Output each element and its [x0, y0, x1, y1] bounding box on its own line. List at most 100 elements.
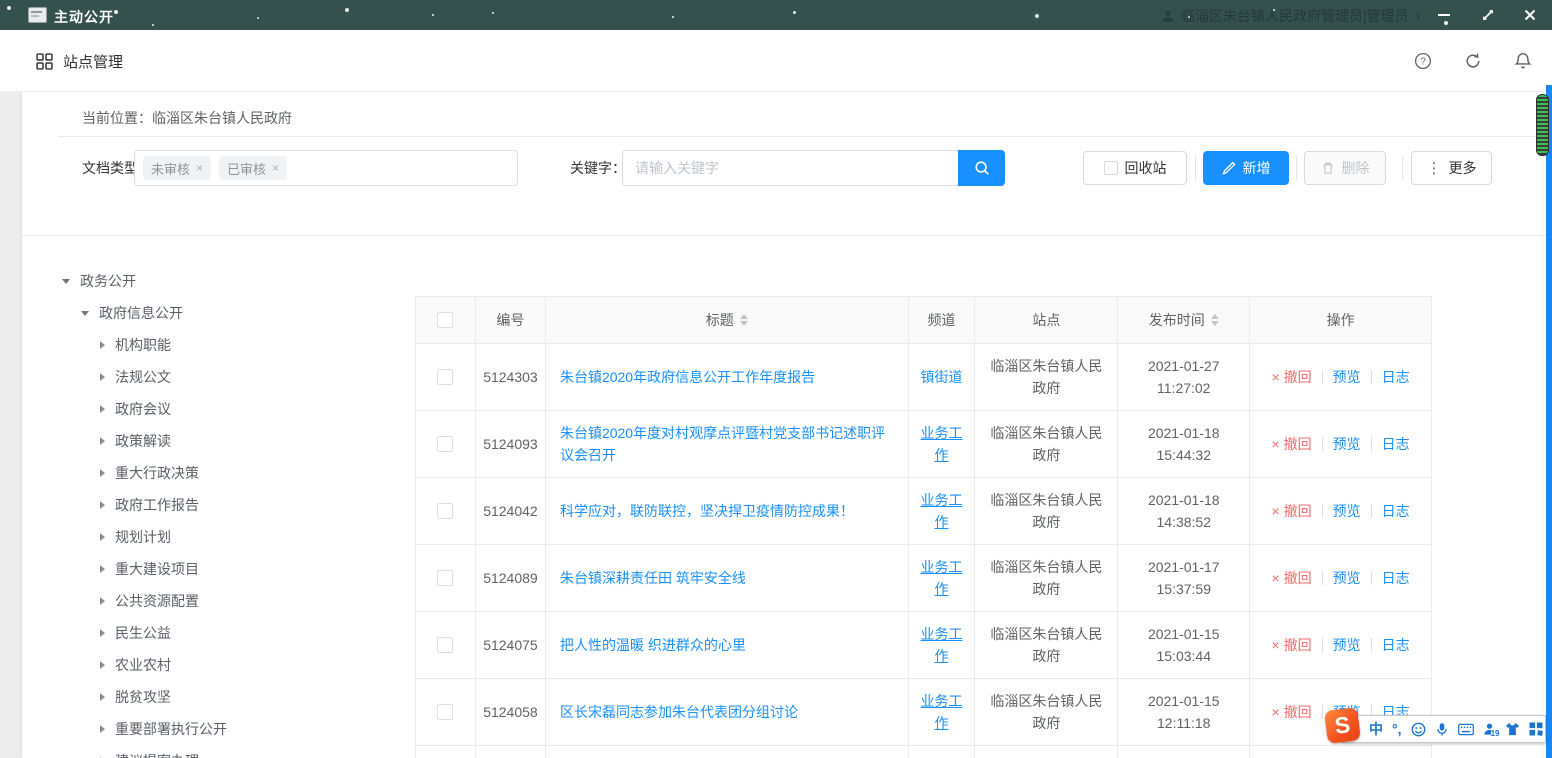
recycle-checkbox[interactable] — [1104, 161, 1118, 175]
ime-toolbox-button[interactable] — [1529, 722, 1543, 736]
row-checkbox[interactable] — [437, 503, 453, 519]
tree-item[interactable]: 重大建设项目 — [22, 553, 402, 585]
help-button[interactable]: ? — [1410, 48, 1436, 74]
row-checkbox[interactable] — [437, 436, 453, 452]
tree-item[interactable]: 法规公文 — [22, 361, 402, 393]
row-checkbox[interactable] — [437, 369, 453, 385]
caret-right-icon[interactable] — [100, 437, 105, 445]
channel-link[interactable]: 业务工作 — [917, 422, 967, 466]
table-row: 5124093 朱台镇2020年度对村观摩点评暨村党支部书记述职评议会召开 业务… — [416, 411, 1432, 478]
ime-emoji-button[interactable] — [1411, 722, 1426, 737]
doc-title-link[interactable]: 朱台镇2020年政府信息公开工作年度报告 — [560, 366, 815, 388]
ime-punctuation-button[interactable]: °, — [1392, 722, 1402, 736]
preview-action[interactable]: 预览 — [1333, 500, 1361, 522]
tree-item[interactable]: 重要部署执行公开 — [22, 713, 402, 745]
tree-item[interactable]: 规划计划 — [22, 521, 402, 553]
doc-title-link[interactable]: 朱台镇深耕责任田 筑牢安全线 — [560, 567, 746, 589]
caret-right-icon[interactable] — [100, 629, 105, 637]
header-title[interactable]: 标题 — [546, 297, 909, 344]
tag-close-icon[interactable]: × — [272, 161, 279, 175]
tree-item[interactable]: 公共资源配置 — [22, 585, 402, 617]
caret-right-icon[interactable] — [100, 725, 105, 733]
caret-right-icon[interactable] — [100, 565, 105, 573]
recycle-bin-button[interactable]: 回收站 — [1083, 151, 1187, 185]
tree-item[interactable]: 民生公益 — [22, 617, 402, 649]
channel-link[interactable]: 业务工作 — [917, 690, 967, 734]
preview-action[interactable]: 预览 — [1333, 433, 1361, 455]
vertical-scrollbar-track[interactable] — [1546, 85, 1552, 758]
channel-link[interactable]: 业务工作 — [917, 556, 967, 600]
log-action[interactable]: 日志 — [1382, 634, 1410, 656]
withdraw-action[interactable]: × 撤回 — [1272, 567, 1312, 589]
log-action[interactable]: 日志 — [1382, 567, 1410, 589]
channel-link[interactable]: 业务工作 — [917, 623, 967, 667]
withdraw-action[interactable]: × 撤回 — [1272, 701, 1312, 723]
tag-close-icon[interactable]: × — [196, 161, 203, 175]
maximize-button[interactable] — [1468, 0, 1508, 30]
select-all-checkbox[interactable] — [437, 312, 453, 328]
tree-item[interactable]: 重大行政决策 — [22, 457, 402, 489]
caret-right-icon[interactable] — [100, 533, 105, 541]
refresh-button[interactable] — [1460, 48, 1486, 74]
caret-down-icon[interactable] — [62, 279, 70, 284]
x-icon: × — [1272, 503, 1280, 519]
withdraw-action[interactable]: × 撤回 — [1272, 500, 1312, 522]
keyword-input[interactable] — [622, 150, 958, 186]
tree-item[interactable]: 政府会议 — [22, 393, 402, 425]
notifications-button[interactable] — [1510, 48, 1536, 74]
caret-right-icon[interactable] — [100, 501, 105, 509]
caret-right-icon[interactable] — [100, 469, 105, 477]
doc-title-link[interactable]: 把人性的温暖 织进群众的心里 — [560, 634, 746, 656]
preview-action[interactable]: 预览 — [1333, 366, 1361, 388]
caret-right-icon[interactable] — [100, 405, 105, 413]
withdraw-action[interactable]: × 撤回 — [1272, 366, 1312, 388]
row-checkbox[interactable] — [437, 570, 453, 586]
more-button[interactable]: ⋮ 更多 — [1411, 151, 1492, 185]
delete-button[interactable]: 删除 — [1304, 151, 1386, 185]
log-action[interactable]: 日志 — [1382, 366, 1410, 388]
caret-right-icon[interactable] — [100, 661, 105, 669]
sort-icon[interactable] — [1211, 314, 1219, 326]
tree-item[interactable]: 机构职能 — [22, 329, 402, 361]
caret-right-icon[interactable] — [100, 341, 105, 349]
tree-item[interactable]: 政府信息公开 — [22, 297, 402, 329]
tree-item[interactable]: 政务公开 — [22, 265, 402, 297]
row-checkbox[interactable] — [437, 637, 453, 653]
search-button[interactable] — [958, 150, 1005, 186]
header-publish-time[interactable]: 发布时间 — [1118, 297, 1250, 344]
ime-chinese-mode-button[interactable]: 中 — [1369, 722, 1383, 736]
user-caret-icon: ∨ — [1415, 11, 1422, 22]
tree-item[interactable]: 政策解读 — [22, 425, 402, 457]
caret-right-icon[interactable] — [100, 597, 105, 605]
tree-item[interactable]: 脱贫攻坚 — [22, 681, 402, 713]
tree-item[interactable]: 政府工作报告 — [22, 489, 402, 521]
caret-right-icon[interactable] — [100, 693, 105, 701]
preview-action[interactable]: 预览 — [1333, 634, 1361, 656]
ime-voice-button[interactable] — [1435, 722, 1449, 737]
tree-item[interactable]: 建议提案办理 — [22, 745, 402, 758]
close-button[interactable] — [1510, 0, 1550, 30]
row-checkbox[interactable] — [437, 704, 453, 720]
add-button[interactable]: 新增 — [1203, 151, 1289, 185]
tree-item[interactable]: 农业农村 — [22, 649, 402, 681]
sogou-logo[interactable]: S — [1324, 707, 1361, 744]
sort-icon[interactable] — [740, 314, 748, 326]
caret-right-icon[interactable] — [100, 373, 105, 381]
doc-title-link[interactable]: 朱台镇2020年度对村观摩点评暨村党支部书记述职评议会召开 — [560, 422, 894, 466]
channel-link[interactable]: 镇街道 — [921, 366, 963, 388]
ime-keyboard-button[interactable] — [1458, 723, 1474, 736]
ime-skin-button[interactable] — [1505, 722, 1520, 736]
channel-link[interactable]: 业务工作 — [917, 489, 967, 533]
vertical-scrollbar-thumb[interactable] — [1536, 94, 1549, 156]
log-action[interactable]: 日志 — [1382, 433, 1410, 455]
doc-type-select[interactable]: 未审核 × 已审核 × — [134, 150, 518, 186]
withdraw-action[interactable]: × 撤回 — [1272, 634, 1312, 656]
doc-title-link[interactable]: 科学应对，联防联控，坚决捍卫疫情防控成果！ — [560, 500, 854, 522]
minimize-button[interactable] — [1424, 0, 1464, 30]
ime-login-button[interactable]: 19 — [1483, 722, 1496, 736]
withdraw-action[interactable]: × 撤回 — [1272, 433, 1312, 455]
preview-action[interactable]: 预览 — [1333, 567, 1361, 589]
log-action[interactable]: 日志 — [1382, 500, 1410, 522]
caret-down-icon[interactable] — [81, 311, 89, 316]
doc-title-link[interactable]: 区长宋磊同志参加朱台代表团分组讨论 — [560, 701, 798, 723]
